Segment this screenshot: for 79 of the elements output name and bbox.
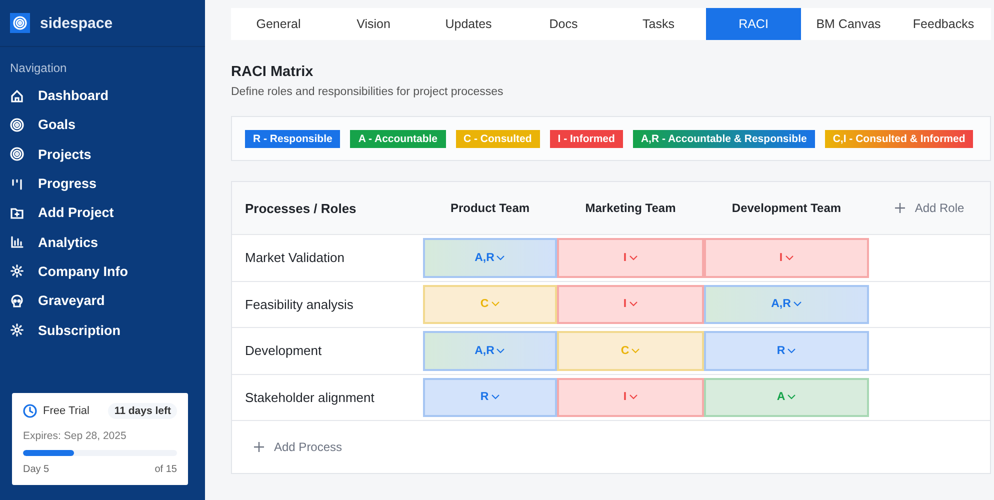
nav-item[interactable]: Subscription	[0, 315, 205, 345]
nav-label: Add Project	[38, 205, 114, 220]
bars-icon	[10, 176, 24, 191]
trial-title: Free Trial	[43, 405, 90, 417]
process-name: Development	[244, 342, 323, 360]
role-dropdown[interactable]: A,R	[423, 238, 557, 278]
tab[interactable]: Tasks	[611, 8, 706, 40]
folder-plus-icon	[10, 206, 24, 220]
tab[interactable]: Feedbacks	[896, 8, 991, 40]
column-header: Product Team	[449, 200, 531, 217]
tab[interactable]: Updates	[421, 8, 516, 40]
plus-icon	[254, 442, 264, 452]
nav-label: Dashboard	[38, 88, 109, 104]
target-icon	[10, 118, 24, 132]
target-icon	[10, 147, 24, 162]
page-subtitle: Define roles and responsibilities for project processes	[231, 86, 504, 98]
caret-icon	[792, 301, 802, 308]
process-name: Feasibility analysis	[244, 296, 354, 314]
tab[interactable]: Docs	[516, 8, 611, 40]
tab[interactable]: General	[231, 8, 326, 40]
skull-icon	[10, 294, 24, 308]
day-total: of 15	[154, 464, 177, 475]
caret-icon	[490, 394, 500, 400]
caret-icon	[490, 301, 500, 308]
home-icon	[10, 88, 24, 103]
legend-tag: A,R - Accountable & Responsible	[632, 130, 815, 148]
nav-item[interactable]: Company Info	[0, 256, 205, 286]
nav-label: Progress	[38, 176, 97, 192]
caret-icon	[787, 348, 796, 354]
nav-label: Analytics	[38, 234, 98, 250]
caret-icon	[787, 394, 796, 400]
section-title: Navigation	[9, 60, 68, 77]
tab[interactable]: Vision	[326, 8, 421, 40]
nav-label: Subscription	[38, 322, 121, 338]
column-header: Development Team	[730, 200, 842, 217]
add-process-button[interactable]: Add Process	[254, 432, 342, 462]
column-header: Marketing Team	[584, 200, 677, 217]
plus-icon	[894, 203, 905, 213]
role-dropdown[interactable]: A,R	[704, 284, 869, 324]
nav-label: Projects	[38, 146, 92, 162]
nav-label: Graveyard	[38, 293, 105, 308]
nav-label: Company Info	[38, 264, 128, 279]
nav-item[interactable]: Dashboard	[0, 81, 205, 110]
nav-item[interactable]: Goals	[0, 110, 205, 140]
process-name: Stakeholder alignment	[244, 388, 376, 407]
process-name: Market Validation	[244, 249, 346, 268]
legend-tag: R - Responsible	[245, 130, 340, 148]
nav-label: Goals	[38, 117, 76, 132]
caret-icon	[631, 348, 640, 354]
column-header: Processes / Roles	[244, 200, 358, 218]
caret-icon	[628, 301, 638, 308]
legend-tag: I - Informed	[550, 130, 623, 148]
caret-icon	[628, 394, 638, 400]
expiry-date: Expires: Sep 28, 2025	[23, 430, 128, 442]
bar-chart-icon	[10, 235, 24, 250]
caret-icon	[628, 254, 638, 261]
clock-icon	[23, 404, 37, 418]
nav-item[interactable]: Progress	[0, 168, 205, 198]
page-title: RACI Matrix	[231, 64, 314, 80]
role-dropdown[interactable]: A,R	[423, 331, 557, 370]
gear-icon	[10, 264, 24, 278]
gear-icon	[10, 323, 24, 338]
brand-name: sidespace	[40, 14, 113, 32]
nav-item[interactable]: Projects	[0, 140, 205, 169]
caret-icon	[496, 254, 506, 261]
add-role-button[interactable]: Add Role	[888, 200, 970, 216]
nav-item[interactable]: Add Project	[0, 198, 205, 228]
legend-tag: C - Consulted	[456, 130, 540, 148]
legend-tag: C,I - Consulted & Informed	[824, 130, 974, 148]
nav-item[interactable]: Analytics	[0, 227, 205, 257]
caret-icon	[784, 254, 794, 261]
days-left-badge: 11 days left	[108, 403, 177, 419]
logo-icon	[10, 13, 30, 33]
caret-icon	[496, 348, 506, 354]
tab[interactable]: BM Canvas	[801, 8, 896, 40]
tab[interactable]: RACI	[706, 8, 801, 40]
nav-item[interactable]: Graveyard	[0, 286, 205, 316]
day-count: Day 5	[23, 464, 50, 475]
legend-tag: A - Accountable	[350, 130, 446, 148]
